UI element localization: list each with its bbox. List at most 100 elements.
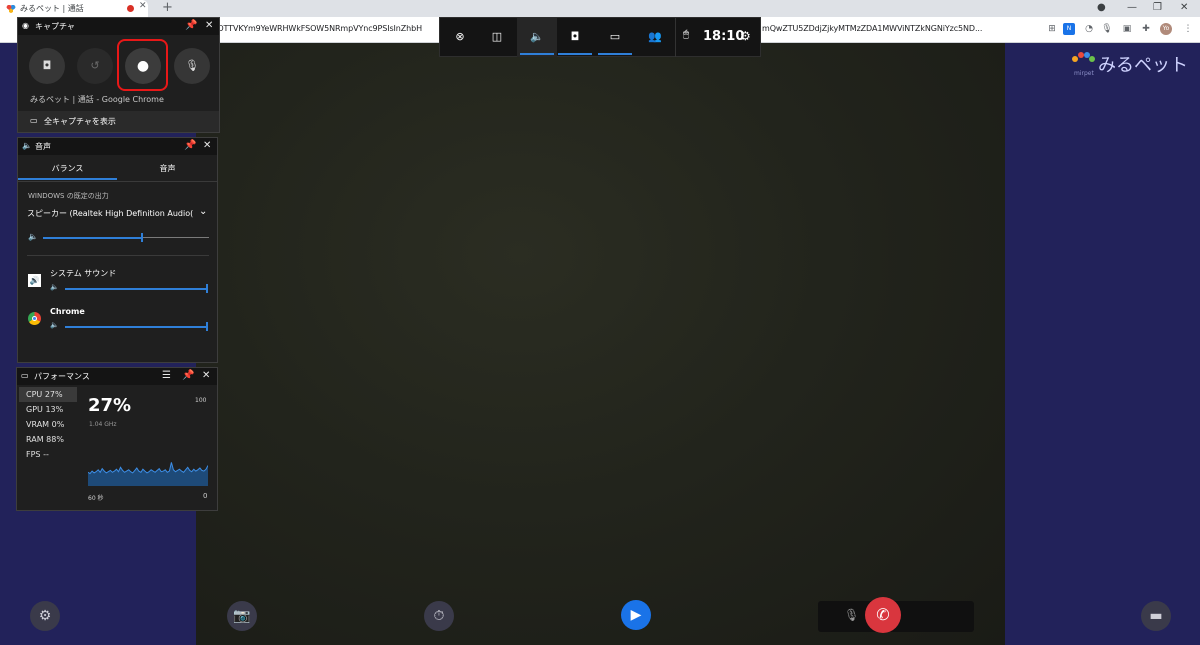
graph-scale-max: 100: [195, 397, 207, 404]
tab-balance[interactable]: バランス: [18, 160, 117, 180]
metric-cpu[interactable]: CPU 27%: [19, 387, 77, 402]
pin-icon[interactable]: 📌: [182, 370, 194, 382]
metric-vram[interactable]: VRAM 0%: [19, 417, 77, 432]
end-call-button[interactable]: ✆: [865, 597, 901, 633]
record-button-highlight: [117, 39, 168, 91]
address-bar-text-right[interactable]: mQwZTU5ZDdjZjkyMTMzZDA1MWViNTZkNGNiYzc5N…: [762, 24, 982, 33]
gamebar-divider: [675, 18, 676, 57]
system-sound-volume-slider[interactable]: [65, 284, 208, 293]
camera-icon: 📷: [233, 608, 251, 624]
audio-widget-header: 🔈 音声 📌 ✕: [18, 138, 217, 155]
system-sound-volume-thumb[interactable]: [206, 284, 208, 293]
tab-divider: [18, 181, 217, 182]
mic-icon[interactable]: 🎙: [1101, 23, 1113, 35]
app-volume-icon: 🔈: [50, 283, 59, 291]
mic-toggle-button[interactable]: 🎙: [174, 48, 210, 84]
gear-icon[interactable]: ⚙: [740, 29, 751, 43]
system-sound-volume-fill: [65, 287, 208, 290]
browser-profile-indicator-icon[interactable]: ●: [1097, 1, 1106, 15]
section-divider: [27, 255, 209, 256]
performance-icon: ▭: [609, 30, 621, 43]
metric-value: 27%: [44, 390, 63, 399]
tab-close-icon[interactable]: ✕: [139, 2, 147, 11]
metric-value: 13%: [45, 405, 64, 414]
metric-label: GPU: [26, 405, 43, 414]
address-bar-text-left[interactable]: 6IlhOTTVKYm9YeWRHWkFSOW5NRmpVYnc9PSIsInZ…: [203, 24, 422, 33]
screenshot-button[interactable]: ◘: [29, 48, 65, 84]
capture-widget-header: ◉ キャプチャ 📌 ✕: [18, 18, 219, 35]
xbox-button[interactable]: ⊗: [440, 18, 480, 57]
video-toggle-button[interactable]: ▶: [621, 600, 651, 630]
cpu-usage-graph: [88, 462, 208, 486]
close-icon[interactable]: ✕: [205, 20, 213, 32]
phone-hangup-icon: ✆: [876, 605, 890, 624]
maximize-icon[interactable]: ❐: [1153, 1, 1162, 15]
record-last-button[interactable]: ↺: [77, 48, 113, 84]
remote-video: [196, 43, 1005, 645]
capture-widget-toggle[interactable]: ◘: [555, 18, 595, 57]
timer-button[interactable]: ⏱: [424, 601, 454, 631]
pin-icon[interactable]: 📌: [185, 20, 197, 32]
timer-icon: ⏱: [433, 608, 445, 624]
browser-tab[interactable]: みるペット | 通話 ✕: [0, 0, 148, 17]
metric-gpu[interactable]: GPU 13%: [19, 402, 77, 417]
close-icon[interactable]: ✕: [203, 140, 211, 152]
metric-label: FPS: [26, 450, 41, 459]
chrome-volume-fill: [65, 325, 208, 328]
chrome-app-icon: [28, 312, 41, 325]
app-volume-icon: 🔈: [50, 321, 59, 329]
extension-icon[interactable]: N: [1063, 23, 1075, 35]
widget-menu-button[interactable]: ◫: [477, 18, 517, 57]
show-all-captures-label: 全キャプチャを表示: [44, 117, 116, 126]
translate-icon[interactable]: ⊞: [1046, 23, 1058, 35]
close-icon[interactable]: ✕: [202, 370, 210, 382]
cpu-big-value: 27%: [88, 395, 132, 416]
browser-menu-icon[interactable]: ⋮: [1182, 23, 1194, 35]
new-tab-button[interactable]: +: [162, 0, 173, 16]
cpu-frequency: 1.04 GHz: [89, 421, 117, 428]
app-name-system-sound: システム サウンド: [50, 269, 117, 278]
capture-widget: ◉ キャプチャ 📌 ✕ ◘ ↺ ● 🎙 みるペット | 通話 - Google …: [17, 17, 220, 133]
master-volume-thumb[interactable]: [140, 233, 143, 242]
camera-switch-button[interactable]: 📷: [227, 601, 257, 631]
pin-icon[interactable]: 📌: [184, 140, 196, 152]
gallery-icon: ▭: [30, 116, 38, 125]
puzzle-icon[interactable]: ✚: [1140, 23, 1152, 35]
metric-ram[interactable]: RAM 88%: [19, 432, 77, 447]
tab-title: みるペット | 通話: [20, 4, 84, 13]
output-device-label: スピーカー (Realtek High Definition Audio(S..…: [27, 209, 193, 218]
close-icon[interactable]: ✕: [1180, 1, 1188, 15]
media-icon[interactable]: ▣: [1121, 23, 1133, 35]
metric-value: --: [43, 450, 49, 459]
mic-icon[interactable]: 🎙: [844, 608, 859, 622]
settings-button[interactable]: ⚙: [30, 601, 60, 631]
show-all-captures-button[interactable]: ▭ 全キャプチャを表示: [18, 111, 219, 132]
graph-time-span: 60 秒: [88, 495, 104, 502]
audio-widget-toggle[interactable]: 🔈: [517, 18, 557, 57]
minimize-icon[interactable]: —: [1127, 1, 1137, 15]
options-icon[interactable]: ☰: [162, 370, 171, 382]
video-camera-icon: ▶: [630, 607, 642, 623]
app-name-chrome: Chrome: [50, 307, 85, 316]
master-volume-slider[interactable]: [43, 233, 209, 242]
extension-2-icon[interactable]: ◔: [1083, 23, 1095, 35]
chrome-volume-slider[interactable]: [65, 322, 208, 331]
social-widget-toggle[interactable]: 👥: [635, 18, 675, 57]
performance-widget-toggle[interactable]: ▭: [595, 18, 635, 57]
output-device-select[interactable]: スピーカー (Realtek High Definition Audio(S..…: [27, 206, 211, 221]
gear-icon: ⚙: [38, 608, 52, 624]
browser-tabstrip: みるペット | 通話 ✕ + ● — ❐ ✕: [0, 0, 1200, 17]
audio-icon: 🔈: [530, 30, 544, 43]
brand-sub: mirpet: [1074, 70, 1094, 77]
tab-voice[interactable]: 音声: [118, 160, 217, 180]
output-heading: WINDOWS の既定の出力: [28, 192, 109, 200]
audio-widget: 🔈 音声 📌 ✕ バランス 音声 WINDOWS の既定の出力 スピーカー (R…: [17, 137, 218, 363]
cpu-graph-area: [88, 462, 208, 486]
performance-widget: ▭ パフォーマンス ☰ 📌 ✕ CPU 27% GPU 13% VRAM 0% RAM…: [16, 367, 218, 511]
metric-value: 0%: [51, 420, 65, 429]
profile-avatar[interactable]: Yo: [1160, 23, 1172, 35]
chrome-volume-thumb[interactable]: [206, 322, 208, 331]
chat-icon: ▬: [1149, 608, 1163, 624]
metric-fps[interactable]: FPS --: [19, 447, 77, 462]
chat-button[interactable]: ▬: [1141, 601, 1171, 631]
